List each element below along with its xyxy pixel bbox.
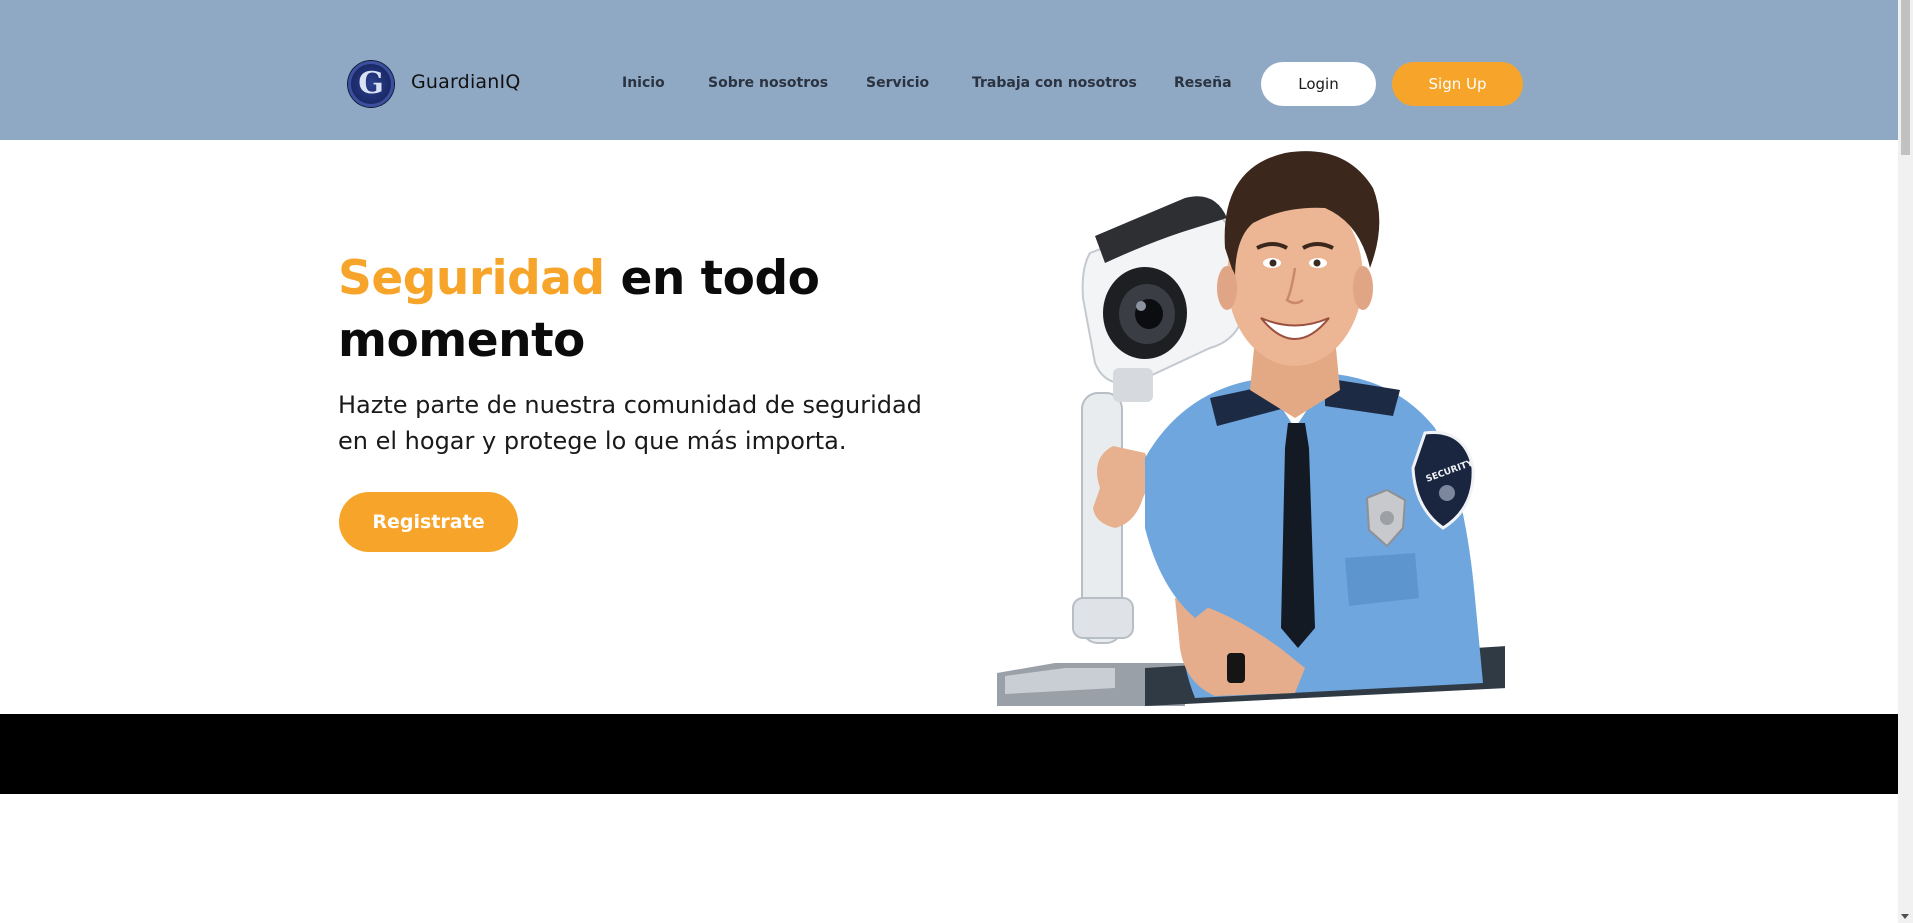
brand-name[interactable]: GuardianIQ (411, 71, 520, 93)
nav-servicio[interactable]: Servicio (866, 75, 929, 91)
nav-sobre-nosotros[interactable]: Sobre nosotros (708, 75, 828, 91)
scrollbar-thumb[interactable] (1901, 0, 1910, 155)
nav-inicio[interactable]: Inicio (622, 75, 665, 91)
register-button[interactable]: Registrate (339, 492, 518, 552)
nav-trabaja-con-nosotros[interactable]: Trabaja con nosotros (972, 75, 1137, 91)
hero-title-accent: Seguridad (338, 251, 605, 306)
page: G GuardianIQ Inicio Sobre nosotros Servi… (0, 0, 1898, 923)
login-button[interactable]: Login (1261, 62, 1376, 106)
page-scrollbar[interactable] (1898, 0, 1913, 923)
logo-letter: G (358, 66, 384, 101)
site-header: G GuardianIQ Inicio Sobre nosotros Servi… (0, 0, 1898, 140)
nav-resena[interactable]: Reseña (1174, 75, 1232, 91)
hero-subtitle: Hazte parte de nuestra comunidad de segu… (338, 391, 922, 455)
guardianiq-logo[interactable]: G (348, 61, 394, 107)
hero-title: Seguridad en todo momento (338, 248, 958, 372)
signup-button[interactable]: Sign Up (1392, 62, 1523, 106)
security-guard-image: SECURITY (997, 151, 1505, 706)
scroll-down-arrow-icon[interactable] (1901, 914, 1909, 919)
black-band (0, 714, 1898, 794)
